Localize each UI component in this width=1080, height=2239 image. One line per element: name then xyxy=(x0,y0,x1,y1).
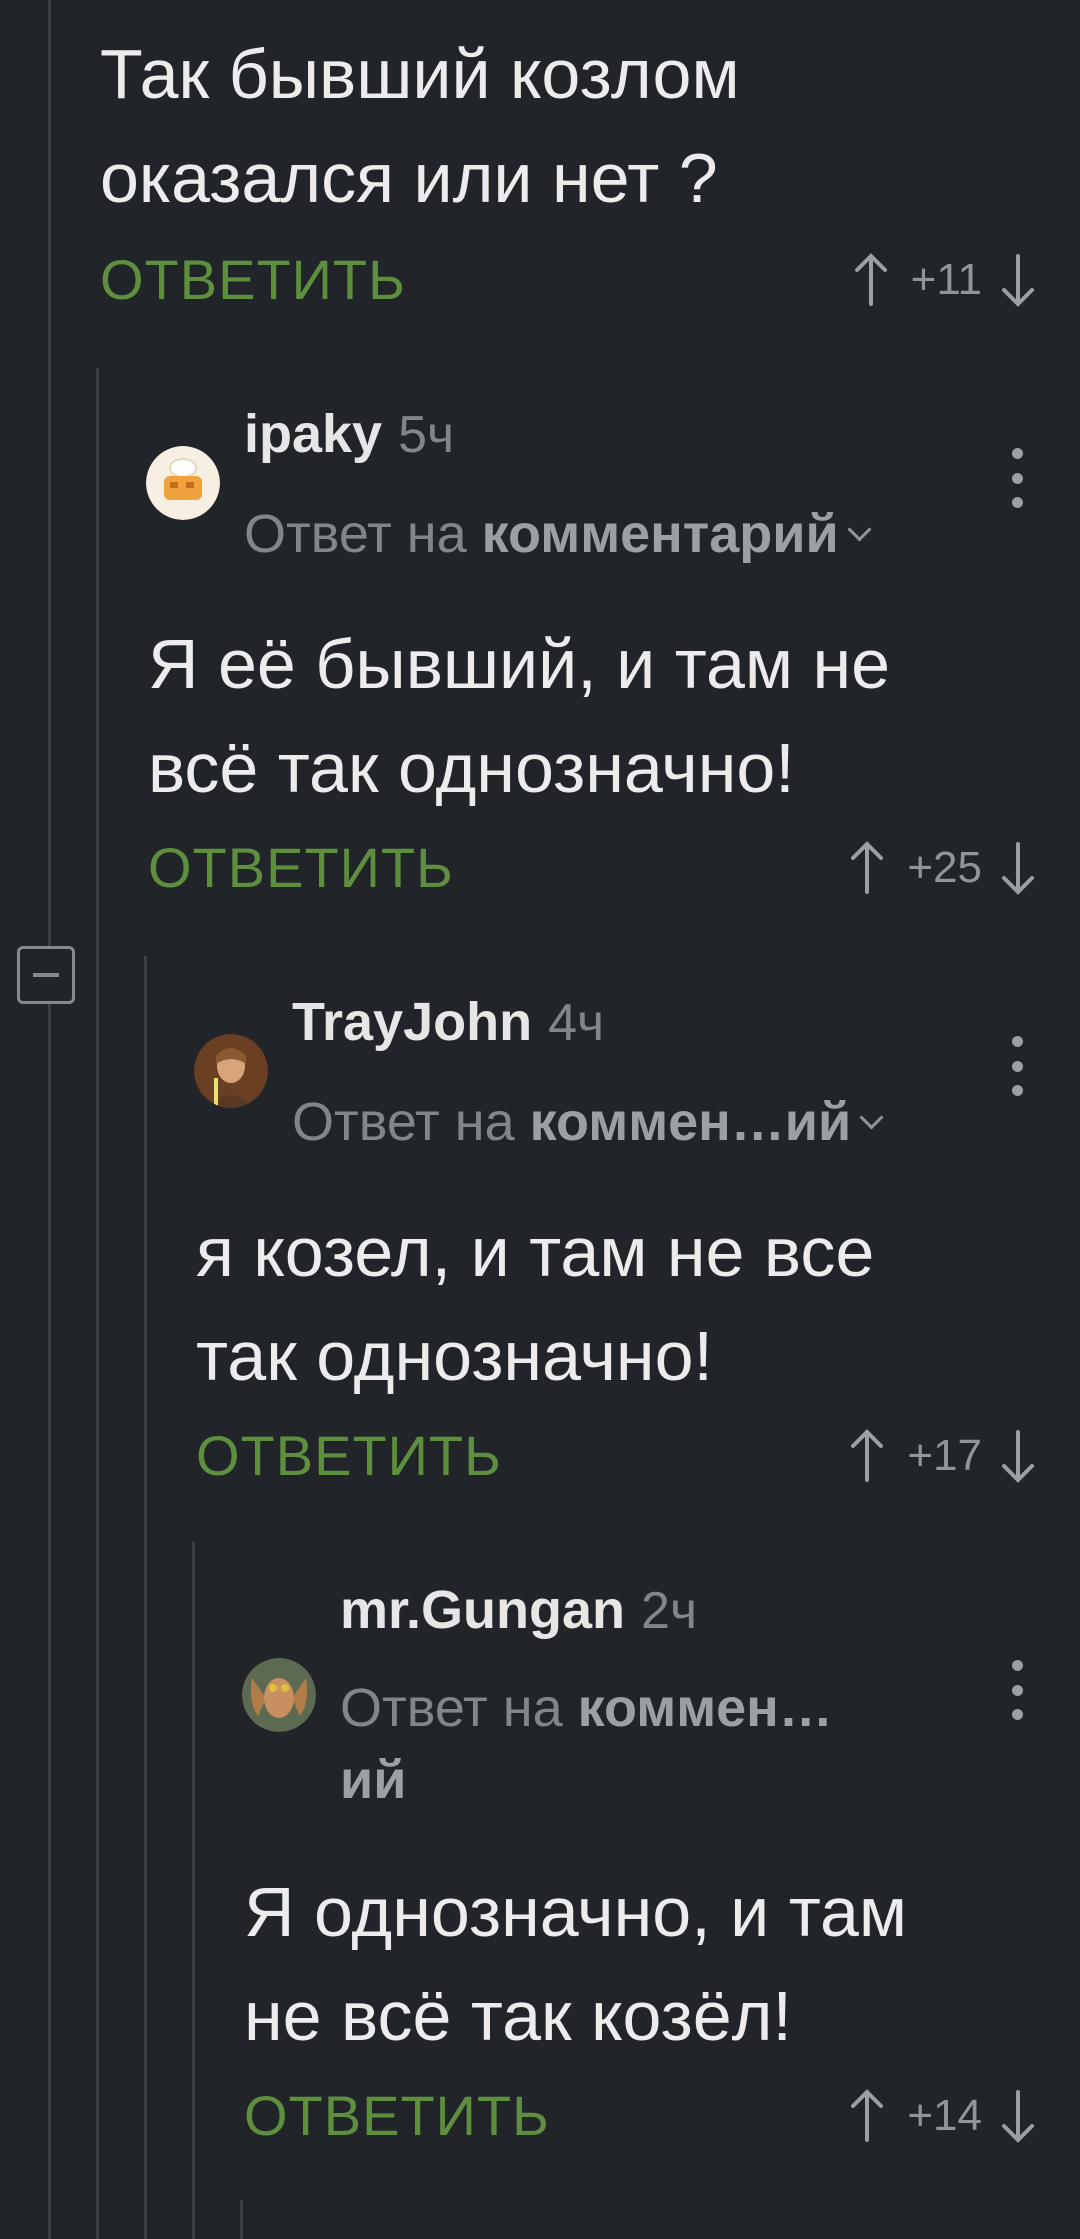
reply-button[interactable]: ОТВЕТИТЬ xyxy=(196,1424,502,1488)
reply-to-prefix: Ответ на xyxy=(244,504,467,564)
chevron-down-icon xyxy=(859,1105,884,1130)
upvote-arrow-icon[interactable] xyxy=(845,840,889,896)
avatar[interactable] xyxy=(242,1658,316,1732)
downvote-arrow-icon[interactable] xyxy=(996,1428,1040,1484)
vote-controls: +25 xyxy=(845,836,1040,900)
thread-line-level-3 xyxy=(144,956,147,2239)
jedi-portrait-avatar-icon xyxy=(194,1034,268,1108)
upvote-arrow-icon[interactable] xyxy=(849,252,893,308)
comment-text: Я однозначно, и там не всё так козёл! xyxy=(244,1873,908,2055)
comment-score: +25 xyxy=(907,843,982,892)
gungan-portrait-avatar-icon xyxy=(242,1658,316,1732)
thread-line-level-4 xyxy=(192,1542,195,2239)
comment-score: +14 xyxy=(907,2091,982,2140)
username-text: mr.Gungan xyxy=(340,1580,626,1640)
upvote-arrow-icon[interactable] xyxy=(845,1428,889,1484)
more-options-button[interactable] xyxy=(1002,1660,1032,1720)
username[interactable]: TrayJohn 4ч xyxy=(292,990,604,1055)
comment-text: Я её бывший, и там не всё так однозначно… xyxy=(148,625,891,807)
reply-button[interactable]: ОТВЕТИТЬ xyxy=(244,2084,550,2148)
reply-button[interactable]: ОТВЕТИТЬ xyxy=(100,248,406,312)
reply-to-prefix: Ответ на xyxy=(292,1092,515,1152)
downvote-arrow-icon[interactable] xyxy=(996,2088,1040,2144)
minus-icon xyxy=(33,973,59,977)
reply-to-target: коммен…ий xyxy=(529,1092,852,1152)
avatar[interactable] xyxy=(194,1034,268,1108)
time-ago: 5ч xyxy=(398,406,455,464)
collapse-thread-button[interactable] xyxy=(17,946,75,1004)
downvote-arrow-icon[interactable] xyxy=(996,840,1040,896)
vote-controls: +14 xyxy=(845,2084,1040,2148)
reply-to-link[interactable]: Ответ на коммен… ий xyxy=(340,1672,900,1816)
chef-toaster-avatar-icon xyxy=(146,446,220,520)
chevron-down-icon xyxy=(847,517,872,542)
reply-to-link[interactable]: Ответ на коммен…ий xyxy=(292,1086,884,1158)
reply-button[interactable]: ОТВЕТИТЬ xyxy=(148,836,454,900)
more-options-button[interactable] xyxy=(1002,1036,1032,1096)
time-ago: 2ч xyxy=(641,1582,698,1640)
reply-to-target-continued: ий xyxy=(340,1750,407,1810)
comment-text: Так бывший козлом оказался или нет ? xyxy=(100,35,740,217)
reply-to-link[interactable]: Ответ на комментарий xyxy=(244,498,872,570)
username[interactable]: mr.Gungan 2ч xyxy=(340,1578,697,1643)
upvote-arrow-icon[interactable] xyxy=(845,2088,889,2144)
vote-controls: +17 xyxy=(845,1424,1040,1488)
comment-score: +11 xyxy=(910,255,982,304)
downvote-arrow-icon[interactable] xyxy=(996,252,1040,308)
reply-to-prefix: Ответ на xyxy=(340,1678,563,1738)
username-text: TrayJohn xyxy=(292,992,533,1052)
reply-to-target: коммен… xyxy=(577,1678,833,1738)
avatar[interactable] xyxy=(146,446,220,520)
time-ago: 4ч xyxy=(548,994,605,1052)
thread-line-level-1 xyxy=(48,0,51,2239)
username-text: ipaky xyxy=(244,404,383,464)
reply-to-target: комментарий xyxy=(481,504,839,564)
thread-line-level-2 xyxy=(96,368,99,2239)
comment-score: +17 xyxy=(907,1431,982,1480)
vote-controls: +11 xyxy=(849,248,1040,312)
comment-text: я козел, и там не все так однозначно! xyxy=(196,1213,875,1395)
thread-line-level-5 xyxy=(240,2200,243,2239)
more-options-button[interactable] xyxy=(1002,448,1032,508)
username[interactable]: ipaky 5ч xyxy=(244,402,454,467)
